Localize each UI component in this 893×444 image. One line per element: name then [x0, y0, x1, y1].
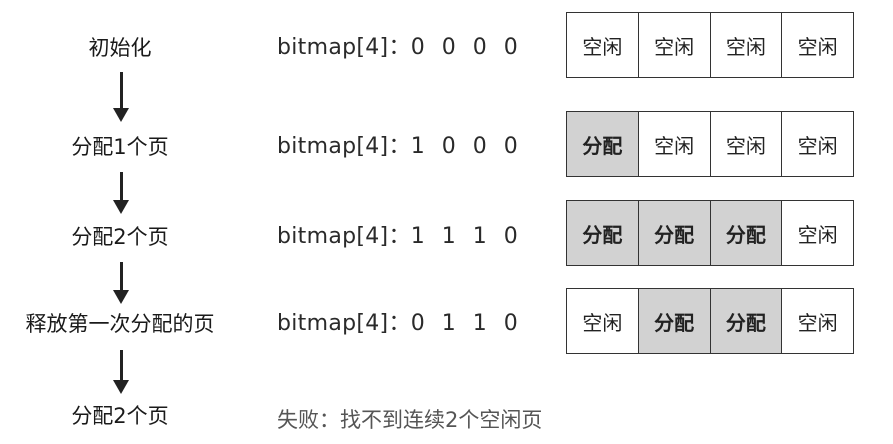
page-cell: 空闲	[797, 222, 838, 247]
page-cell: 空闲	[797, 34, 838, 59]
page-cell: 空闲	[567, 289, 639, 353]
page-row-alloc-2: 分配 分配 分配 空闲	[566, 200, 854, 266]
page-row-alloc-1: 分配 空闲 空闲 空闲	[566, 111, 854, 177]
bitmap-bits: 0 0 0 0	[410, 35, 523, 60]
down-arrow-icon	[113, 350, 129, 396]
page-row-init: 空闲 空闲 空闲 空闲	[566, 12, 854, 78]
down-arrow-icon	[113, 172, 129, 216]
bitmap-bits: 1 0 0 0	[410, 134, 523, 159]
bitmap-prefix: bitmap[4]：	[277, 311, 411, 336]
step-label-init: 初始化	[88, 36, 152, 60]
down-arrow-icon	[113, 262, 129, 306]
bitmap-prefix: bitmap[4]：	[277, 134, 411, 159]
bitmap-text-alloc-2: bitmap[4]：1 1 1 0	[277, 224, 523, 250]
down-arrow-icon	[113, 72, 129, 122]
page-cell: 分配	[638, 201, 711, 265]
page-cell: 分配	[567, 112, 639, 176]
bitmap-text-alloc-1: bitmap[4]：1 0 0 0	[277, 134, 523, 160]
step-label-free-first: 释放第一次分配的页	[25, 312, 215, 336]
step-label-alloc-2: 分配2个页	[71, 225, 169, 249]
page-cell: 空闲	[567, 13, 639, 77]
bitmap-prefix: bitmap[4]：	[277, 224, 411, 249]
bitmap-text-init: bitmap[4]：0 0 0 0	[277, 35, 523, 61]
page-cell: 空闲	[797, 310, 838, 335]
page-cell: 分配	[638, 289, 711, 353]
step-label-alloc-1: 分配1个页	[71, 135, 169, 159]
page-cell: 空闲	[639, 13, 711, 77]
page-cell: 分配	[710, 201, 783, 265]
page-cell: 空闲	[639, 112, 711, 176]
page-row-free-first: 空闲 分配 分配 空闲	[566, 288, 854, 354]
page-cell: 空闲	[711, 112, 783, 176]
bitmap-text-free-first: bitmap[4]：0 1 1 0	[277, 311, 523, 337]
bitmap-prefix: bitmap[4]：	[277, 35, 411, 60]
bitmap-bits: 0 1 1 0	[410, 311, 523, 336]
bitmap-bits: 1 1 1 0	[410, 224, 523, 249]
result-text: 失败：找不到连续2个空闲页	[277, 408, 543, 432]
page-cell: 分配	[710, 289, 783, 353]
page-cell: 空闲	[711, 13, 783, 77]
page-cell: 分配	[567, 201, 639, 265]
page-cell: 空闲	[797, 133, 838, 158]
step-label-alloc-2-again: 分配2个页	[71, 404, 169, 428]
